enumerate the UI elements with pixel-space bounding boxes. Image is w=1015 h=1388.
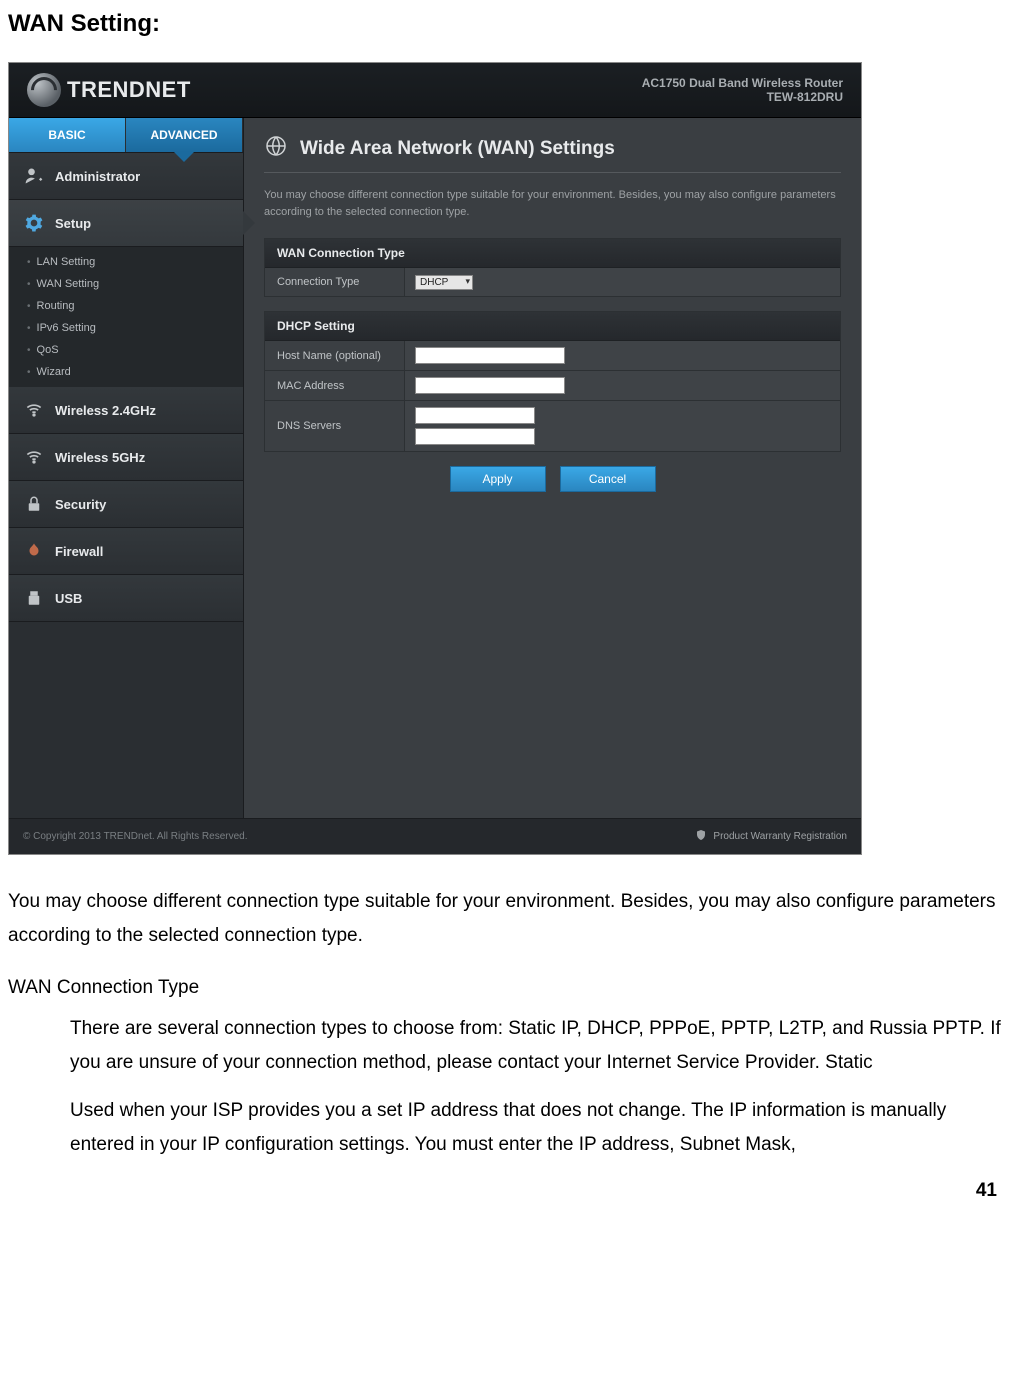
shield-icon: [695, 829, 707, 844]
usb-icon: [23, 587, 45, 609]
panel-wan-header: WAN Connection Type: [265, 239, 840, 268]
hostname-input[interactable]: [415, 347, 565, 364]
tabs-row: BASIC ADVANCED: [9, 118, 243, 152]
sub-routing[interactable]: Routing: [9, 295, 243, 317]
nav-wireless-5[interactable]: Wireless 5GHz: [9, 434, 243, 481]
hostname-label: Host Name (optional): [265, 341, 405, 370]
panel-dhcp-setting: DHCP Setting Host Name (optional) MAC Ad…: [264, 311, 841, 452]
nav-usb[interactable]: USB: [9, 575, 243, 622]
connection-type-label: Connection Type: [265, 268, 405, 296]
connection-type-select[interactable]: DHCP: [415, 275, 473, 290]
panel-wan-row: Connection Type DHCP: [265, 268, 840, 296]
main-title: Wide Area Network (WAN) Settings: [300, 138, 615, 160]
sub-lan-setting[interactable]: LAN Setting: [9, 251, 243, 273]
doc-para-3: Used when your ISP provides you a set IP…: [8, 1094, 1007, 1162]
panel-dhcp-header: DHCP Setting: [265, 312, 840, 341]
product-model: TEW-812DRU: [642, 90, 843, 104]
globe-icon: [264, 134, 288, 164]
wifi-icon: [23, 446, 45, 468]
product-line: AC1750 Dual Band Wireless Router: [642, 76, 843, 90]
nav-wireless-24[interactable]: Wireless 2.4GHz: [9, 387, 243, 434]
row-dns: DNS Servers: [265, 401, 840, 451]
brand-text: TRENDNET: [67, 77, 191, 103]
row-hostname: Host Name (optional): [265, 341, 840, 371]
router-screenshot: TRENDNET AC1750 Dual Band Wireless Route…: [8, 62, 862, 855]
apply-button[interactable]: Apply: [450, 466, 546, 492]
main-desc: You may choose different connection type…: [264, 187, 841, 220]
mac-label: MAC Address: [265, 371, 405, 400]
firewall-icon: [23, 540, 45, 562]
sub-wan-setting[interactable]: WAN Setting: [9, 273, 243, 295]
tab-basic[interactable]: BASIC: [9, 118, 126, 152]
button-row: Apply Cancel: [264, 466, 841, 492]
sub-wizard[interactable]: Wizard: [9, 361, 243, 383]
row-mac: MAC Address: [265, 371, 840, 401]
panel-wan-connection: WAN Connection Type Connection Type DHCP: [264, 238, 841, 297]
page-number: 41: [976, 1180, 997, 1202]
cancel-button[interactable]: Cancel: [560, 466, 656, 492]
dns-input-1[interactable]: [415, 407, 535, 424]
nav-firewall-label: Firewall: [55, 544, 103, 559]
sidebar: BASIC ADVANCED Administrator Setup: [9, 118, 244, 818]
product-info: AC1750 Dual Band Wireless Router TEW-812…: [642, 76, 843, 104]
nav-usb-label: USB: [55, 591, 82, 606]
nav-firewall[interactable]: Firewall: [9, 528, 243, 575]
wifi-icon: [23, 399, 45, 421]
brand: TRENDNET: [27, 73, 191, 107]
user-wrench-icon: [23, 165, 45, 187]
tab-advanced[interactable]: ADVANCED: [126, 118, 243, 152]
nav-security[interactable]: Security: [9, 481, 243, 528]
document-body-text: You may choose different connection type…: [8, 885, 1007, 1162]
nav-wireless-24-label: Wireless 2.4GHz: [55, 403, 156, 418]
nav-setup-sub: LAN Setting WAN Setting Routing IPv6 Set…: [9, 247, 243, 387]
copyright-text: © Copyright 2013 TRENDnet. All Rights Re…: [23, 831, 248, 842]
doc-para-1: You may choose different connection type…: [8, 885, 1007, 953]
nav-administrator[interactable]: Administrator: [9, 153, 243, 200]
dns-label: DNS Servers: [265, 401, 405, 451]
main-title-row: Wide Area Network (WAN) Settings: [264, 134, 841, 173]
router-header: TRENDNET AC1750 Dual Band Wireless Route…: [9, 63, 861, 118]
lock-icon: [23, 493, 45, 515]
nav-setup[interactable]: Setup: [9, 200, 243, 247]
nav-wireless-5-label: Wireless 5GHz: [55, 450, 145, 465]
nav-security-label: Security: [55, 497, 106, 512]
doc-para-2: There are several connection types to ch…: [8, 1012, 1007, 1080]
sub-qos[interactable]: QoS: [9, 339, 243, 361]
mac-input[interactable]: [415, 377, 565, 394]
main-content: Wide Area Network (WAN) Settings You may…: [244, 118, 861, 818]
router-footer: © Copyright 2013 TRENDnet. All Rights Re…: [9, 818, 861, 854]
warranty-link[interactable]: Product Warranty Registration: [695, 829, 847, 844]
router-body: BASIC ADVANCED Administrator Setup: [9, 118, 861, 818]
gear-icon: [23, 212, 45, 234]
brand-logo-icon: [27, 73, 61, 107]
sub-ipv6-setting[interactable]: IPv6 Setting: [9, 317, 243, 339]
nav-setup-label: Setup: [55, 216, 91, 231]
nav-section: Administrator Setup LAN Setting WAN Sett…: [9, 152, 243, 622]
dns-input-2[interactable]: [415, 428, 535, 445]
warranty-label: Product Warranty Registration: [713, 831, 847, 842]
doc-subhead: WAN Connection Type: [8, 971, 1007, 1005]
nav-administrator-label: Administrator: [55, 169, 140, 184]
page-title: WAN Setting:: [8, 10, 1007, 38]
